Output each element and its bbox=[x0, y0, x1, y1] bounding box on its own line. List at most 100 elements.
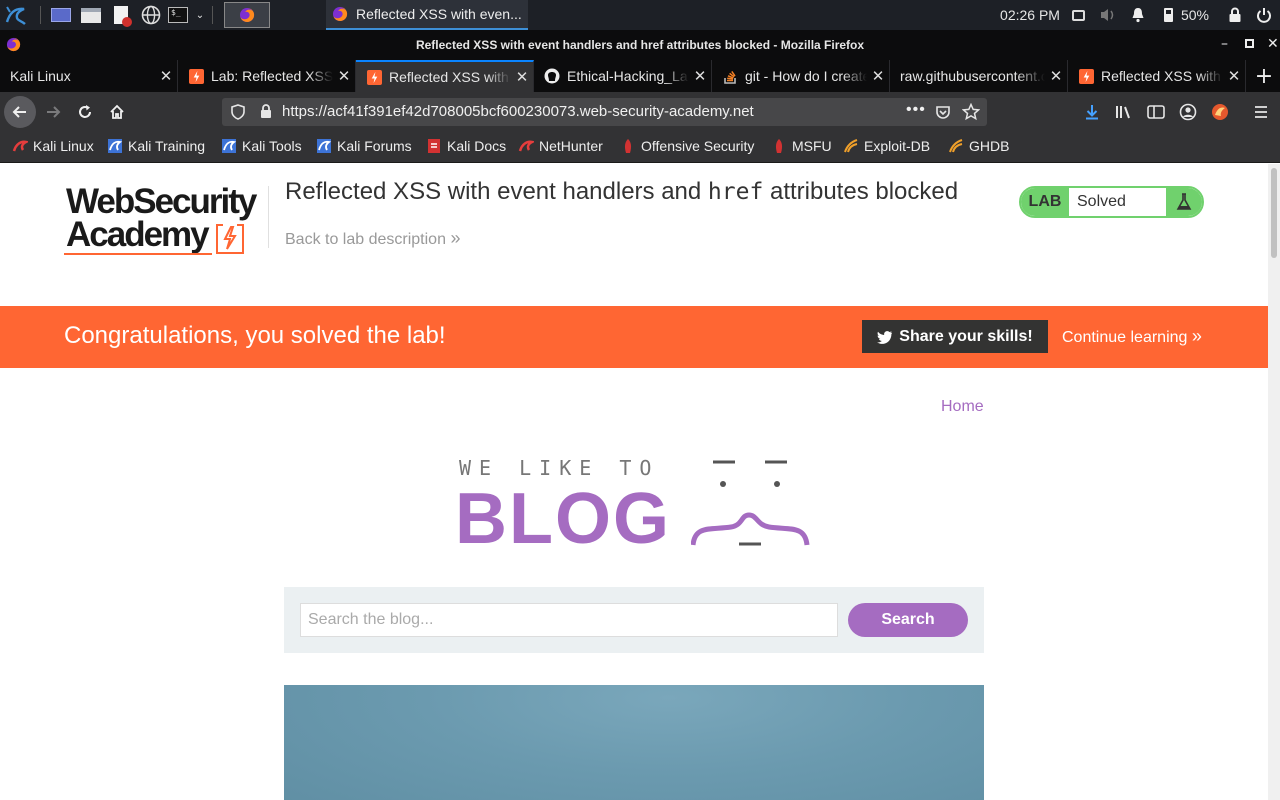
bookmark-nethunter[interactable]: NetHunter bbox=[518, 138, 603, 154]
taskbar-window-title: Reflected XSS with even... bbox=[356, 6, 522, 22]
bookmark-kali-linux[interactable]: Kali Linux bbox=[12, 138, 94, 154]
bookmark-star-icon[interactable] bbox=[962, 103, 980, 121]
lock-icon[interactable] bbox=[260, 104, 272, 119]
reload-button[interactable] bbox=[69, 96, 101, 128]
bookmark-label: Kali Forums bbox=[337, 138, 412, 154]
logo-line-2: Academy bbox=[66, 215, 210, 254]
address-bar[interactable]: https://acf41f391ef42d708005bcf600230073… bbox=[222, 98, 987, 126]
github-icon bbox=[544, 68, 560, 84]
kali-training-icon bbox=[107, 138, 123, 154]
web-security-academy-logo[interactable]: WebSecurity Academy bbox=[64, 184, 269, 259]
tab-close-icon[interactable]: ✕ bbox=[867, 67, 889, 85]
tab-close-icon[interactable]: ✕ bbox=[333, 67, 355, 85]
tab-github[interactable]: Ethical-Hacking_Labs ✕ bbox=[534, 60, 712, 92]
tab-close-icon[interactable]: ✕ bbox=[689, 67, 711, 85]
back-button[interactable] bbox=[4, 96, 36, 128]
volume-icon[interactable] bbox=[1098, 0, 1118, 30]
tab-close-icon[interactable]: ✕ bbox=[155, 67, 177, 85]
lock-screen-icon[interactable] bbox=[1224, 0, 1246, 30]
continue-learning-link[interactable]: Continue learning » bbox=[1062, 326, 1202, 347]
blog-search-input[interactable] bbox=[300, 603, 838, 637]
panel-separator bbox=[40, 6, 41, 24]
scrollbar-thumb[interactable] bbox=[1271, 168, 1277, 258]
minimize-icon[interactable]: – bbox=[1221, 36, 1228, 52]
battery-percentage: 50% bbox=[1180, 7, 1210, 23]
tab-stackoverflow[interactable]: git - How do I create ✕ bbox=[712, 60, 890, 92]
tab-kali-linux[interactable]: Kali Linux ✕ bbox=[0, 60, 178, 92]
url-text[interactable]: https://acf41f391ef42d708005bcf600230073… bbox=[282, 103, 754, 120]
share-your-skills-button[interactable]: Share your skills! bbox=[862, 320, 1048, 353]
close-icon[interactable]: ✕ bbox=[1267, 36, 1279, 52]
bookmark-kali-training[interactable]: Kali Training bbox=[107, 138, 205, 154]
kali-docs-icon bbox=[426, 138, 442, 154]
web-browser-icon[interactable] bbox=[138, 0, 164, 30]
new-tab-button[interactable]: + bbox=[1252, 60, 1276, 92]
back-to-lab-description-link[interactable]: Back to lab description » bbox=[285, 228, 460, 249]
bookmark-kali-tools[interactable]: Kali Tools bbox=[221, 138, 302, 154]
hamburger-menu-icon bbox=[1255, 106, 1267, 118]
desktop-top-panel: $_ ⌄ Reflected XSS with even... 02:26 PM… bbox=[0, 0, 1280, 30]
downloads-button[interactable] bbox=[1076, 96, 1108, 128]
clock[interactable]: 02:26 PM bbox=[994, 0, 1066, 30]
twitter-icon bbox=[877, 330, 893, 344]
foxyproxy-button[interactable] bbox=[1204, 96, 1236, 128]
pocket-icon[interactable] bbox=[935, 104, 951, 120]
bookmark-kali-docs[interactable]: Kali Docs bbox=[426, 138, 506, 154]
kali-menu-icon[interactable] bbox=[2, 0, 30, 30]
maximize-icon[interactable] bbox=[1245, 39, 1254, 48]
workspace-switcher[interactable] bbox=[224, 0, 270, 30]
tab-reflected-xss-2[interactable]: Reflected XSS with event ✕ bbox=[1068, 60, 1246, 92]
tab-close-icon[interactable]: ✕ bbox=[1223, 67, 1245, 85]
tab-label: Lab: Reflected XSS with bbox=[211, 68, 333, 84]
home-link[interactable]: Home bbox=[941, 398, 984, 416]
taskbar-window-firefox[interactable]: Reflected XSS with even... bbox=[326, 0, 528, 30]
home-button[interactable] bbox=[101, 96, 133, 128]
tab-reflected-xss-active[interactable]: Reflected XSS with event ✕ bbox=[356, 60, 534, 92]
library-button[interactable] bbox=[1108, 96, 1140, 128]
page-actions-icon[interactable]: ••• bbox=[906, 101, 926, 119]
battery-icon[interactable] bbox=[1158, 0, 1178, 30]
tab-lab-description[interactable]: Lab: Reflected XSS with ✕ bbox=[178, 60, 356, 92]
library-icon bbox=[1116, 106, 1130, 119]
tab-close-icon[interactable]: ✕ bbox=[1045, 67, 1067, 85]
bookmark-label: NetHunter bbox=[539, 138, 603, 154]
tracking-protection-icon[interactable] bbox=[231, 104, 245, 120]
sidebar-icon bbox=[1147, 105, 1165, 119]
arrow-left-icon bbox=[12, 106, 26, 118]
account-button[interactable] bbox=[1172, 96, 1204, 128]
text-editor-icon[interactable] bbox=[108, 0, 134, 30]
portswigger-icon bbox=[188, 68, 204, 84]
sidebar-button[interactable] bbox=[1140, 96, 1172, 128]
tab-raw-githubusercontent[interactable]: raw.githubusercontent.com ✕ bbox=[890, 60, 1068, 92]
portswigger-icon bbox=[366, 69, 382, 85]
bookmark-label: Kali Training bbox=[128, 138, 206, 154]
tab-close-icon[interactable]: ✕ bbox=[511, 68, 533, 86]
terminal-icon[interactable]: $_ bbox=[166, 0, 190, 30]
bookmark-offensive-security[interactable]: Offensive Security bbox=[620, 138, 754, 154]
power-icon[interactable] bbox=[1252, 0, 1276, 30]
page-scrollbar[interactable] bbox=[1268, 164, 1280, 800]
bookmark-label: Kali Linux bbox=[33, 138, 94, 154]
bookmark-exploit-db[interactable]: Exploit-DB bbox=[843, 138, 930, 154]
bookmark-label: Exploit-DB bbox=[864, 138, 931, 154]
workspace-icon[interactable] bbox=[48, 0, 74, 30]
blog-tagline: WE LIKE TO bbox=[459, 456, 660, 480]
header-divider bbox=[268, 186, 269, 248]
display-icon[interactable] bbox=[1069, 0, 1087, 30]
forward-button[interactable] bbox=[37, 96, 69, 128]
bookmark-label: GHDB bbox=[969, 138, 1010, 154]
arrow-right-icon bbox=[47, 106, 61, 118]
lab-label: LAB bbox=[1021, 188, 1069, 216]
portswigger-icon bbox=[1078, 68, 1094, 84]
account-icon bbox=[1179, 103, 1197, 121]
notifications-icon[interactable] bbox=[1129, 0, 1147, 30]
home-icon bbox=[110, 104, 124, 119]
menu-button[interactable] bbox=[1245, 96, 1277, 128]
blog-post-image[interactable] bbox=[284, 685, 984, 800]
bookmark-ghdb[interactable]: GHDB bbox=[948, 138, 1009, 154]
file-manager-icon[interactable] bbox=[78, 0, 104, 30]
bookmark-kali-forums[interactable]: Kali Forums bbox=[316, 138, 412, 154]
chevron-down-icon[interactable]: ⌄ bbox=[192, 0, 208, 30]
bookmark-msfu[interactable]: MSFU bbox=[771, 138, 832, 154]
search-button[interactable]: Search bbox=[848, 603, 968, 637]
